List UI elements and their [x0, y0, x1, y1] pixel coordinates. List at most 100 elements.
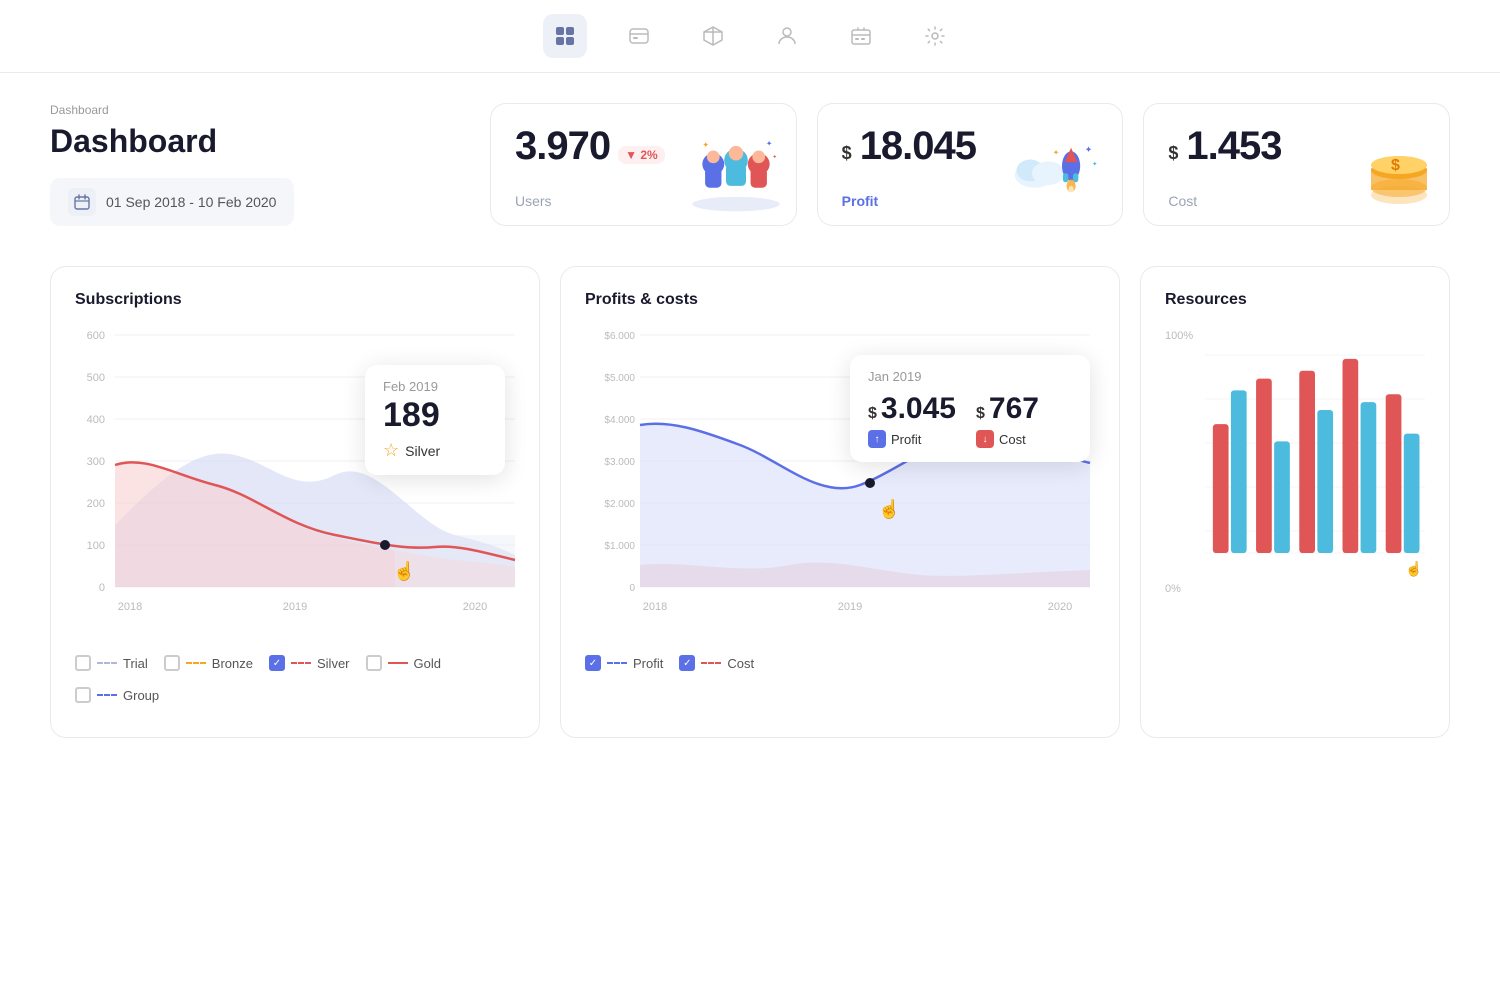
users-badge: ▼ 2% [618, 146, 665, 164]
svg-text:100: 100 [87, 540, 105, 552]
legend-profit: ✓ Profit [585, 655, 663, 671]
profit-label-badge: ↑ [868, 430, 886, 448]
legend-gold-label: Gold [414, 656, 441, 671]
profits-tooltip-month: Jan 2019 [868, 369, 1072, 384]
svg-text:400: 400 [87, 414, 105, 426]
legend-bronze-label: Bronze [212, 656, 253, 671]
profits-chart-panel: Profits & costs $6.000 $5.000 $4.000 $3.… [560, 266, 1120, 738]
legend-profit-dash [607, 662, 627, 664]
breadcrumb: Dashboard [50, 103, 470, 117]
nav-billing-icon[interactable] [839, 14, 883, 58]
legend-gold-check[interactable] [366, 655, 382, 671]
users-stat-card: 3.970 ▼ 2% [490, 103, 797, 226]
legend-group-label: Group [123, 688, 159, 703]
svg-text:☝: ☝ [878, 498, 900, 520]
subscriptions-legend: Trial Bronze ✓ Silver Gold [75, 645, 515, 713]
svg-text:2019: 2019 [283, 601, 307, 613]
legend-trial: Trial [75, 655, 148, 671]
subscriptions-chart-title: Subscriptions [75, 291, 515, 309]
legend-cost: ✓ Cost [679, 655, 754, 671]
page-title: Dashboard [50, 123, 470, 160]
svg-text:$: $ [1391, 157, 1400, 174]
svg-text:$1.000: $1.000 [604, 541, 635, 552]
profit-stat-card: $ 18.045 [817, 103, 1124, 226]
cost-tooltip-label-row: ↓ Cost [976, 430, 1039, 448]
nav-box-icon[interactable] [691, 14, 735, 58]
legend-silver-label: Silver [317, 656, 350, 671]
profit-tooltip-label-row: ↑ Profit [868, 430, 956, 448]
nav-card-icon[interactable] [617, 14, 661, 58]
svg-text:2020: 2020 [463, 601, 487, 613]
resources-bars-area: ☝ [1205, 325, 1425, 625]
svg-text:300: 300 [87, 456, 105, 468]
profit-dollar: $ [842, 143, 852, 164]
legend-trial-label: Trial [123, 656, 148, 671]
cost-stat-card: $ 1.453 $ Cost [1143, 103, 1450, 226]
nav-settings-icon[interactable] [913, 14, 957, 58]
legend-bronze-check[interactable] [164, 655, 180, 671]
svg-text:$3.000: $3.000 [604, 457, 635, 468]
cost-illustration: $ [1339, 135, 1439, 215]
main-container: Dashboard Dashboard 01 Sep 2018 - 10 Feb… [0, 73, 1500, 798]
legend-profit-label: Profit [633, 656, 663, 671]
resources-svg: ☝ [1205, 325, 1425, 605]
resources-chart-title: Resources [1165, 291, 1425, 309]
legend-cost-check[interactable]: ✓ [679, 655, 695, 671]
svg-text:0: 0 [629, 583, 635, 594]
legend-group-check[interactable] [75, 687, 91, 703]
legend-cost-dash [701, 662, 721, 664]
users-illustration: ✦ ✦ ✦ [686, 135, 786, 215]
tooltip-tag-label: Silver [405, 443, 440, 459]
header-row: Dashboard Dashboard 01 Sep 2018 - 10 Feb… [50, 103, 1450, 226]
profits-chart-title: Profits & costs [585, 291, 1095, 309]
profit-val-row: $ 3.045 [868, 392, 956, 426]
legend-bronze: Bronze [164, 655, 253, 671]
svg-text:☝: ☝ [393, 560, 415, 582]
profit-illustration: ✦ ✦ ✦ [1012, 135, 1112, 215]
legend-silver-dash [291, 662, 311, 664]
svg-text:$5.000: $5.000 [604, 373, 635, 384]
profit-number: 18.045 [860, 124, 976, 169]
svg-text:600: 600 [87, 330, 105, 342]
top-navigation [0, 0, 1500, 73]
profit-tooltip-value: 3.045 [881, 392, 956, 426]
profits-legend: ✓ Profit ✓ Cost [585, 645, 1095, 681]
legend-cost-label: Cost [727, 656, 754, 671]
calendar-icon [68, 188, 96, 216]
profit-tooltip-dollar: $ [868, 405, 877, 423]
resources-y-0: 0% [1165, 583, 1205, 595]
nav-user-icon[interactable] [765, 14, 809, 58]
legend-trial-check[interactable] [75, 655, 91, 671]
svg-text:500: 500 [87, 372, 105, 384]
nav-grid-icon[interactable] [543, 14, 587, 58]
legend-silver-check[interactable]: ✓ [269, 655, 285, 671]
stat-cards: 3.970 ▼ 2% [470, 103, 1450, 226]
cost-val-row: $ 767 [976, 392, 1039, 426]
svg-text:$2.000: $2.000 [604, 499, 635, 510]
svg-text:2020: 2020 [1048, 601, 1072, 613]
svg-text:✦: ✦ [772, 155, 777, 161]
legend-gold-dash [388, 662, 408, 664]
svg-text:✦: ✦ [1053, 148, 1059, 157]
svg-text:✦: ✦ [1092, 161, 1097, 168]
charts-row: Subscriptions 600 500 400 300 200 [50, 266, 1450, 738]
legend-profit-check[interactable]: ✓ [585, 655, 601, 671]
cost-number: 1.453 [1186, 124, 1281, 169]
cost-tooltip-value: 767 [989, 392, 1039, 426]
legend-bronze-dash [186, 662, 206, 664]
cost-tooltip-label: Cost [999, 432, 1026, 447]
profit-tooltip-label: Profit [891, 432, 921, 447]
date-range-picker[interactable]: 01 Sep 2018 - 10 Feb 2020 [50, 178, 294, 226]
profits-tooltip-values: $ 3.045 ↑ Profit $ 767 [868, 392, 1072, 448]
subscriptions-chart-panel: Subscriptions 600 500 400 300 200 [50, 266, 540, 738]
legend-silver: ✓ Silver [269, 655, 350, 671]
svg-text:$4.000: $4.000 [604, 415, 635, 426]
legend-gold: Gold [366, 655, 441, 671]
resources-y-labels: 100% 0% [1165, 325, 1205, 595]
svg-text:✦: ✦ [766, 139, 772, 148]
resources-y-100: 100% [1165, 330, 1205, 342]
legend-group-dash [97, 694, 117, 696]
resources-chart-panel: Resources 100% 0% [1140, 266, 1450, 738]
svg-text:2018: 2018 [118, 601, 142, 613]
profits-tooltip: Jan 2019 $ 3.045 ↑ Profit [850, 355, 1090, 462]
